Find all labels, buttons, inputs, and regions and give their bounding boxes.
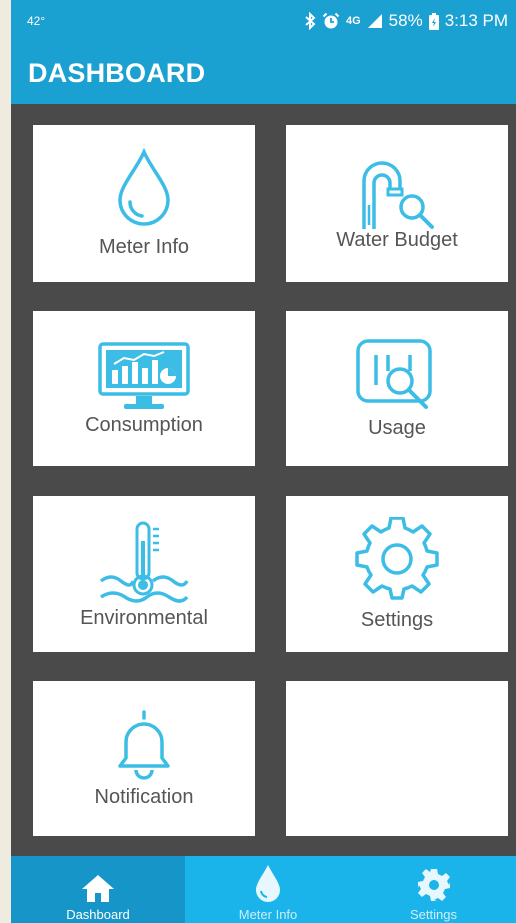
bottom-navigation: Dashboard Meter Info Settings <box>11 856 516 923</box>
meter-search-icon <box>352 337 442 413</box>
tile-label: Usage <box>368 417 426 439</box>
status-icons: 4G 58% 3:13 PM <box>304 11 508 31</box>
signal-icon <box>367 13 383 29</box>
tile-label: Settings <box>360 608 434 631</box>
alarm-icon <box>322 12 340 30</box>
tile-notification[interactable]: Notification <box>33 681 255 836</box>
bluetooth-icon <box>304 12 316 30</box>
phone-screen: 42° 4G 58% 3:13 PM DASHBOARD Meter Info … <box>11 0 516 923</box>
tile-consumption[interactable]: Consumption <box>33 311 255 466</box>
tile-environmental[interactable]: Environmental <box>33 496 255 652</box>
status-temperature: 42° <box>27 14 46 28</box>
tile-empty <box>286 681 508 836</box>
water-drop-icon <box>114 148 174 228</box>
app-bar: DASHBOARD <box>11 42 516 104</box>
gear-icon <box>355 516 439 601</box>
tile-label: Consumption <box>85 414 203 436</box>
page-title: DASHBOARD <box>28 58 206 88</box>
tile-label: Meter Info <box>98 236 190 258</box>
battery-icon <box>428 12 439 30</box>
home-icon <box>80 873 116 907</box>
tile-label: Environmental <box>80 606 208 629</box>
nav-meter-info[interactable]: Meter Info <box>185 856 351 923</box>
monitor-chart-icon <box>96 340 192 412</box>
network-type-label: 4G <box>345 15 361 27</box>
thermometer-water-icon <box>99 519 189 609</box>
nav-settings[interactable]: Settings <box>351 856 516 923</box>
tile-label: Water Budget <box>336 229 458 251</box>
nav-label: Dashboard <box>66 907 130 922</box>
tile-label: Notification <box>94 786 194 808</box>
tile-settings[interactable]: Settings <box>286 496 508 652</box>
water-drop-icon <box>253 863 283 907</box>
tile-meter-info[interactable]: Meter Info <box>33 125 255 282</box>
status-bar: 42° 4G 58% 3:13 PM <box>11 0 516 42</box>
nav-dashboard[interactable]: Dashboard <box>11 856 185 923</box>
nav-label: Settings <box>410 907 457 922</box>
tile-water-budget[interactable]: Water Budget <box>286 125 508 282</box>
nav-label: Meter Info <box>238 907 298 922</box>
battery-percent: 58% <box>388 11 423 30</box>
bell-icon <box>114 708 174 780</box>
gear-icon <box>416 867 452 907</box>
faucet-search-icon <box>354 155 440 233</box>
tile-usage[interactable]: Usage <box>286 311 508 466</box>
status-time: 3:13 PM <box>444 11 508 30</box>
